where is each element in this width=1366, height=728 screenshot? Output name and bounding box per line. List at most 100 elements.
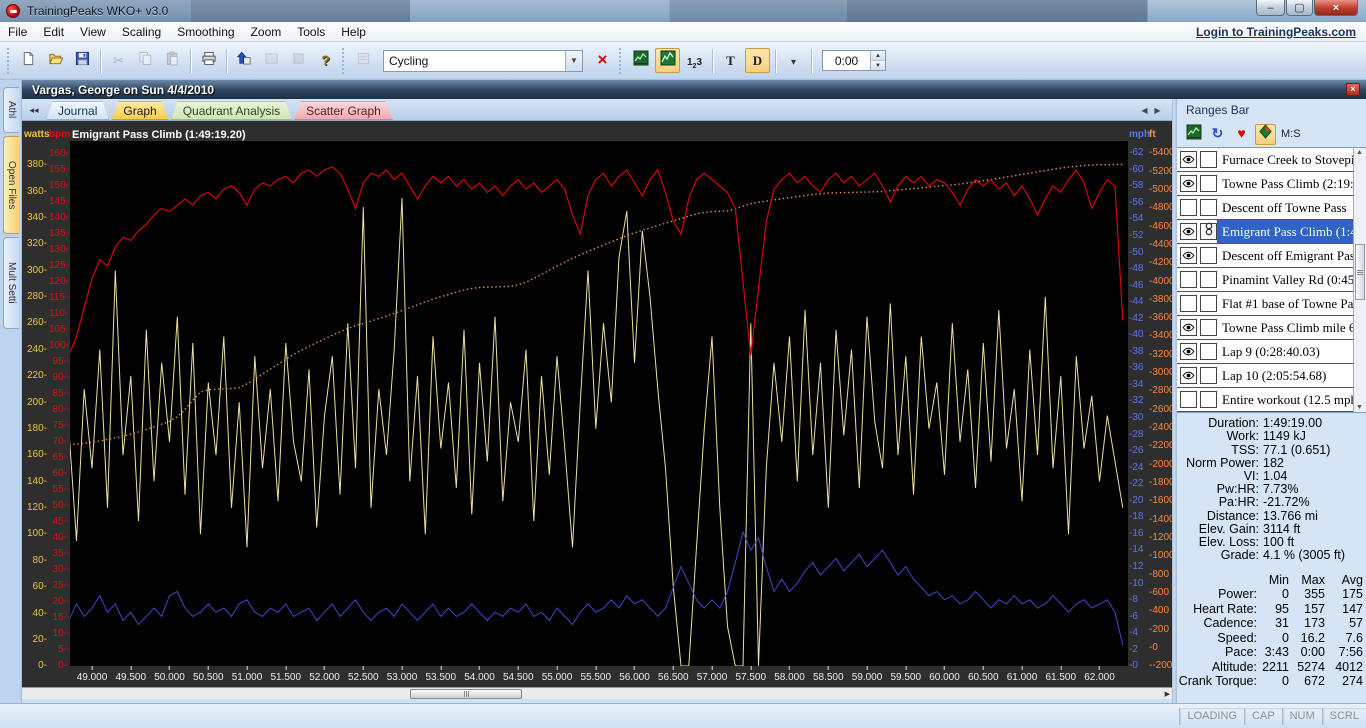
menu-help[interactable]: Help [333,23,374,41]
digits-123-button[interactable]: 123 [682,48,707,73]
link-checkbox[interactable] [1200,222,1217,241]
ranges-range-flag-button[interactable] [1255,123,1276,145]
visibility-checkbox[interactable] [1180,367,1197,385]
print-icon [201,51,217,71]
link-checkbox[interactable] [1200,151,1217,169]
spin-down-icon[interactable]: ▼ [871,60,885,70]
link-checkbox[interactable] [1200,343,1217,361]
print-button[interactable] [196,48,221,73]
close-workout-button[interactable]: × [1346,83,1360,97]
range-label: Emigrant Pass Climb (1:49 [1217,220,1366,244]
new-file-button[interactable] [16,48,41,73]
ranges-chart-a-button[interactable] [1183,124,1204,145]
tab-scroll-right-button[interactable]: ▶ [1151,104,1164,117]
menu-tools[interactable]: Tools [289,23,333,41]
range-row[interactable]: Emigrant Pass Climb (1:49 [1177,220,1366,245]
scroll-up-icon[interactable]: ▲ [1356,149,1363,156]
sport-type-select[interactable]: Cycling ▼ [383,49,583,72]
plot-area[interactable] [70,141,1128,667]
menu-view[interactable]: View [72,23,114,41]
visibility-checkbox[interactable] [1180,295,1197,313]
visibility-checkbox[interactable] [1180,199,1197,217]
range-row[interactable]: Furnace Creek to Stovepip [1177,148,1366,173]
first-tab-button[interactable]: ◂◂ [26,102,42,118]
save-file-button[interactable] [70,48,95,73]
range-row[interactable]: Pinamint Valley Rd (0:45:0 [1177,268,1366,293]
scrollbar-right-arrow[interactable]: ▶ [1165,690,1170,698]
ytick-mph: -60 [1129,163,1144,175]
range-list-scrollbar[interactable]: ▲ ▼ [1353,148,1366,413]
time-spinner[interactable]: 0:00 ▲ ▼ [822,50,886,71]
ytick-mph: -6 [1129,610,1138,622]
interval-units-label[interactable]: M:S [1281,128,1301,140]
range-row[interactable]: Lap 9 (0:28:40.03) [1177,340,1366,365]
menu-file[interactable]: File [0,23,35,41]
ytick-mph: -38 [1129,345,1144,357]
ranges-refresh-button[interactable]: ↻ [1207,124,1228,145]
graph-horizontal-scrollbar[interactable]: ▶ [22,687,1172,700]
link-checkbox[interactable] [1200,175,1217,193]
minimize-button[interactable]: – [1256,0,1285,16]
link-checkbox[interactable] [1200,271,1217,289]
scrollbar-thumb[interactable] [410,689,522,700]
report-button [351,48,376,73]
text-D-button[interactable]: D [745,48,770,73]
menu-edit[interactable]: Edit [35,23,72,41]
visibility-checkbox[interactable] [1180,223,1197,241]
publish-icon [236,51,252,71]
xtick: 59.500 [890,666,921,683]
range-row[interactable]: Towne Pass Climb (2:19:5 [1177,172,1366,197]
range-row[interactable]: Flat #1 base of Towne Pas [1177,292,1366,317]
link-checkbox[interactable] [1200,199,1217,217]
menu-zoom[interactable]: Zoom [243,23,290,41]
text-T-icon: T [726,52,735,68]
link-checkbox[interactable] [1200,367,1217,385]
visibility-checkbox[interactable] [1180,319,1197,337]
delete-x-button[interactable]: × [590,48,615,73]
menu-smoothing[interactable]: Smoothing [169,23,242,41]
scroll-down-icon[interactable]: ▼ [1356,404,1363,411]
range-row[interactable]: Towne Pass Climb mile 69 [1177,316,1366,341]
range-row[interactable]: Descent off Emigrant Pass [1177,244,1366,269]
sidebar-tab-open-files[interactable]: Open Files [3,136,19,234]
tab-quadrant-analysis[interactable]: Quadrant Analysis [171,101,292,120]
publish-button[interactable] [232,48,257,73]
ytick-ft: -2400 [1149,422,1172,434]
visibility-checkbox[interactable] [1180,391,1197,409]
sidebar-tab-mult-setti[interactable]: Mult Setti [3,237,19,329]
visibility-checkbox[interactable] [1180,175,1197,193]
link-checkbox[interactable] [1200,295,1217,313]
tab-scatter-graph[interactable]: Scatter Graph [294,101,393,120]
tab-graph[interactable]: Graph [111,101,168,120]
chart-b-button[interactable] [655,48,680,73]
help-button[interactable]: ? [313,48,338,73]
caret-down-button[interactable]: ▾ [781,48,806,73]
visibility-checkbox[interactable] [1180,343,1197,361]
list-scrollbar-thumb[interactable] [1355,244,1365,301]
maximize-button[interactable]: ▢ [1286,0,1313,16]
spin-up-icon[interactable]: ▲ [871,51,885,60]
range-row[interactable]: Entire workout (12.5 mph) [1177,388,1366,413]
menu-scaling[interactable]: Scaling [114,23,169,41]
tab-scroll-left-button[interactable]: ◀ [1138,104,1151,117]
tab-journal[interactable]: Journal [46,101,109,120]
x-tick-mark [401,666,403,671]
link-checkbox[interactable] [1200,391,1217,409]
link-checkbox[interactable] [1200,247,1217,265]
ranges-bar-panel: Ranges Bar ↻ ♥ M:S Furnace Creek to Stovep… [1177,99,1366,703]
range-row[interactable]: Lap 10 (2:05:54.68) [1177,364,1366,389]
open-folder-button[interactable] [43,48,68,73]
text-T-button[interactable]: T [718,48,743,73]
login-link[interactable]: Login to TrainingPeaks.com [1196,25,1356,39]
link-checkbox[interactable] [1200,319,1217,337]
visibility-checkbox[interactable] [1180,271,1197,289]
time-spinner-buttons[interactable]: ▲ ▼ [870,51,885,70]
sidebar-tab-athl[interactable]: Athl [3,87,19,133]
visibility-checkbox[interactable] [1180,151,1197,169]
visibility-checkbox[interactable] [1180,247,1197,265]
ytick-watts: 280- [26,291,47,303]
ranges-heart-button[interactable]: ♥ [1231,124,1252,145]
range-row[interactable]: Descent off Towne Pass [1177,196,1366,221]
chart-a-button[interactable] [628,48,653,73]
close-button[interactable]: × [1314,0,1358,16]
